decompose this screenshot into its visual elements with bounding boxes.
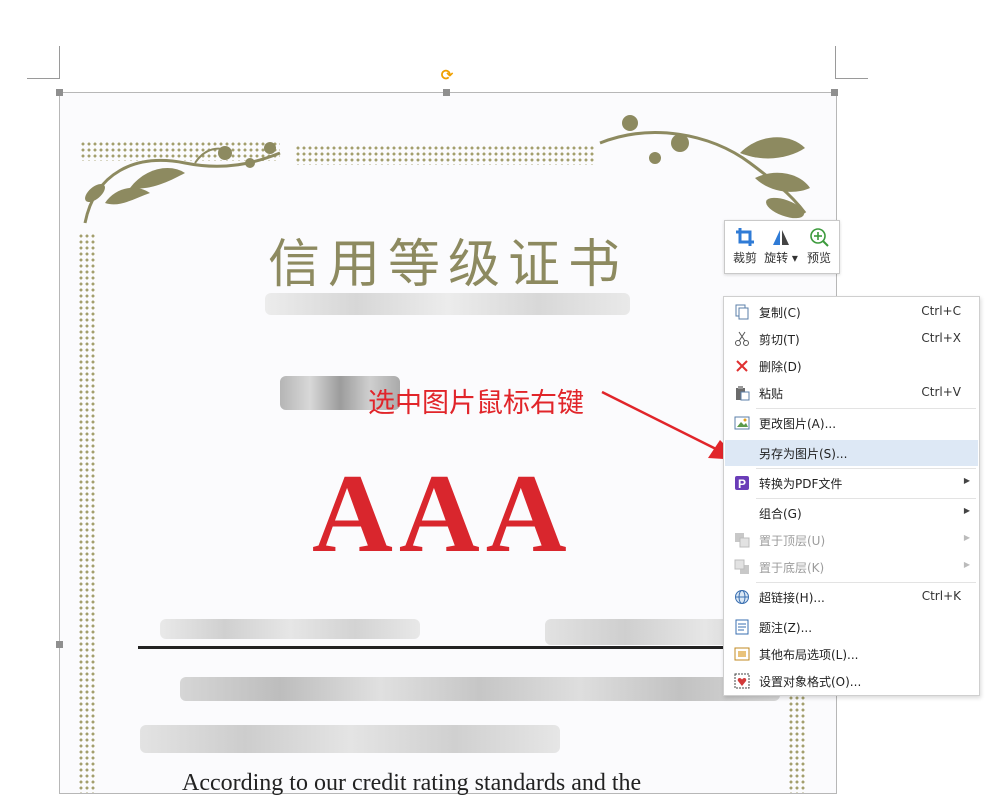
- menu-separator: [756, 582, 976, 583]
- menu-label: 组合(G): [759, 507, 802, 521]
- submenu-arrow-icon: ▶: [963, 506, 970, 515]
- menu-shortcut: Ctrl+C: [921, 304, 961, 318]
- scissors-icon: [735, 331, 749, 346]
- menu-item-layout-options[interactable]: 其他布局选项(L)...: [725, 641, 978, 667]
- certificate-title: 信用等级证书: [268, 235, 629, 295]
- certificate-grade: AAA: [312, 452, 573, 576]
- annotation-label: 选中图片鼠标右键: [368, 388, 584, 419]
- context-menu: 复制(C) Ctrl+C 剪切(T) Ctrl+X 删除(D) 粘贴 Ctrl+…: [723, 296, 980, 696]
- rotate-flip-icon: [773, 230, 789, 245]
- menu-item-send-to-back[interactable]: 置于底层(K) ▶: [725, 554, 978, 580]
- caption-icon: [735, 619, 749, 635]
- delete-x-icon: [736, 360, 748, 372]
- menu-item-cut[interactable]: 剪切(T) Ctrl+X: [725, 326, 978, 352]
- resize-handle-top-center[interactable]: [443, 89, 450, 96]
- rotate-label: 旋转 ▾: [764, 251, 798, 265]
- redacted-line-4: [140, 725, 560, 753]
- menu-item-save-as-picture[interactable]: 另存为图片(S)...: [725, 440, 978, 466]
- menu-separator: [756, 468, 976, 469]
- submenu-arrow-icon: ▶: [963, 476, 970, 485]
- certificate-english-text: According to our credit rating standards…: [182, 770, 642, 796]
- redacted-line-3: [180, 677, 780, 701]
- menu-item-delete[interactable]: 删除(D): [725, 353, 978, 379]
- change-picture-icon: [734, 416, 750, 430]
- crop-label: 裁剪: [732, 251, 757, 265]
- menu-item-copy[interactable]: 复制(C) Ctrl+C: [725, 299, 978, 325]
- menu-item-format-object[interactable]: 设置对象格式(O)...: [725, 668, 978, 694]
- menu-shortcut: Ctrl+K: [921, 589, 961, 603]
- menu-label: 其他布局选项(L)...: [759, 648, 859, 662]
- floral-ornament-right: [599, 115, 810, 219]
- rotate-handle-icon[interactable]: ⟳: [440, 68, 454, 83]
- menu-item-group[interactable]: 组合(G) ▶: [725, 500, 978, 526]
- paste-icon: [736, 386, 750, 401]
- layout-options-icon: [734, 647, 750, 661]
- format-object-icon: [734, 673, 750, 689]
- menu-label: 超链接(H)...: [759, 591, 825, 605]
- crop-icon: [736, 228, 754, 246]
- rotate-button[interactable]: 旋转 ▾: [763, 225, 799, 271]
- bring-front-icon: [735, 533, 750, 548]
- resize-handle-middle-left[interactable]: [56, 641, 63, 648]
- menu-item-change-picture[interactable]: 更改图片(A)...: [725, 410, 978, 436]
- menu-label: 转换为PDF文件: [759, 477, 843, 491]
- menu-label: 删除(D): [759, 360, 802, 374]
- menu-item-hyperlink[interactable]: 超链接(H)... Ctrl+K: [725, 584, 978, 610]
- menu-item-caption[interactable]: 题注(Z)...: [725, 614, 978, 640]
- menu-label: 题注(Z)...: [759, 621, 813, 635]
- menu-shortcut: Ctrl+X: [921, 331, 961, 345]
- menu-item-bring-to-front[interactable]: 置于顶层(U) ▶: [725, 527, 978, 553]
- left-dotted-border: [78, 233, 96, 793]
- floral-ornament-left: [83, 142, 281, 224]
- menu-shortcut: Ctrl+V: [921, 385, 961, 399]
- menu-label: 设置对象格式(O)...: [759, 675, 862, 689]
- submenu-arrow-icon: ▶: [963, 533, 970, 542]
- preview-label: 预览: [806, 251, 831, 265]
- menu-label: 粘贴: [759, 387, 784, 401]
- menu-item-convert-pdf[interactable]: P 转换为PDF文件 ▶: [725, 470, 978, 496]
- menu-label: 复制(C): [759, 306, 801, 320]
- send-back-icon: [734, 559, 749, 574]
- resize-handle-top-right[interactable]: [831, 89, 838, 96]
- crop-button[interactable]: 裁剪: [727, 225, 763, 271]
- menu-item-paste[interactable]: 粘贴 Ctrl+V: [725, 380, 978, 406]
- menu-label: 更改图片(A)...: [759, 417, 837, 431]
- svg-text:P: P: [738, 477, 746, 491]
- hyperlink-icon: [735, 590, 749, 604]
- menu-label: 剪切(T): [759, 333, 800, 347]
- zoom-in-icon: [810, 228, 829, 247]
- preview-button[interactable]: 预览: [801, 225, 837, 271]
- top-dotted-border-right: [295, 145, 595, 165]
- redacted-line-1: [160, 619, 420, 639]
- menu-label: 另存为图片(S)...: [759, 447, 848, 461]
- copy-icon: [735, 304, 749, 320]
- menu-label: 置于底层(K): [759, 561, 825, 575]
- menu-separator: [756, 498, 976, 499]
- pdf-icon: P: [735, 476, 749, 491]
- resize-handle-top-left[interactable]: [56, 89, 63, 96]
- menu-label: 置于顶层(U): [759, 534, 826, 548]
- submenu-arrow-icon: ▶: [963, 560, 970, 569]
- menu-separator: [756, 408, 976, 409]
- divider-line: [138, 646, 728, 649]
- picture-mini-toolbar: 裁剪 旋转 ▾ 预览: [724, 220, 840, 274]
